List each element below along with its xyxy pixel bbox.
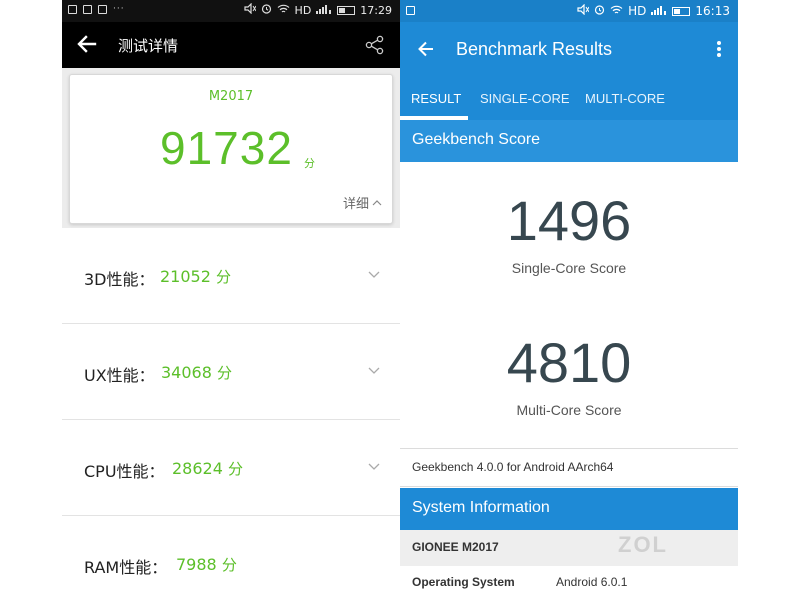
perf-label: UX性能：: [84, 366, 155, 385]
perf-label: CPU性能：: [84, 462, 165, 481]
perf-value: 28624 分: [172, 459, 244, 478]
battery-icon: [672, 6, 691, 16]
status-time: 16:13: [695, 4, 730, 18]
arrow-left-icon[interactable]: [76, 33, 98, 55]
perf-value: 7988 分: [176, 555, 237, 574]
signal-icon: [316, 4, 332, 17]
more-notifications: ···: [113, 4, 125, 14]
chevron-down-icon: [368, 463, 380, 470]
tab-result[interactable]: RESULT: [411, 91, 461, 106]
page-title: Benchmark Results: [456, 39, 613, 59]
share-icon[interactable]: [364, 34, 386, 56]
device-model: M2017: [208, 89, 254, 104]
wifi-icon: [610, 4, 623, 18]
mute-icon: [577, 3, 590, 18]
device-name: GIONEE M2017: [400, 530, 738, 566]
network-type: HD: [294, 3, 312, 17]
perf-label: RAM性能：: [84, 558, 168, 577]
app-icon: [98, 4, 107, 14]
antutu-screen: ··· HD 17:29 测试详情 M2017 91732 分 详细 3D性能：…: [62, 0, 400, 600]
chevron-down-icon: [368, 367, 380, 374]
multi-core-caption: Multi-Core Score: [516, 402, 622, 418]
perf-row-3d[interactable]: 3D性能： 21052 分: [62, 228, 400, 324]
total-score-card: M2017 91732 分 详细: [69, 74, 393, 224]
geekbench-screen: HD 16:13 Benchmark Results RESULT SINGLE…: [400, 0, 738, 600]
detail-label: 详细: [342, 197, 369, 212]
performance-list: 3D性能： 21052 分 UX性能： 34068 分 CPU性能： 28624…: [62, 228, 400, 600]
alarm-icon: [594, 4, 605, 18]
status-time: 17:29: [360, 3, 392, 17]
detail-toggle[interactable]: 详细: [343, 193, 382, 212]
watermark-logo: ZOL: [618, 532, 668, 557]
single-core-score: 1496: [506, 189, 632, 252]
wifi-icon: [277, 4, 290, 17]
arrow-left-icon[interactable]: [416, 39, 436, 59]
chevron-down-icon: [368, 271, 380, 278]
info-row-os: Operating System Android 6.0.1: [400, 566, 738, 600]
geekbench-version: Geekbench 4.0.0 for Android AArch64: [412, 460, 614, 474]
app-header: 测试详情: [62, 22, 400, 68]
divider: [400, 486, 738, 487]
perf-row-ux[interactable]: UX性能： 34068 分: [62, 324, 400, 420]
battery-icon: [337, 5, 356, 15]
divider: [400, 448, 738, 449]
perf-row-ram[interactable]: RAM性能： 7988 分: [62, 516, 400, 600]
signal-icon: [651, 4, 667, 18]
page-title: 测试详情: [118, 37, 179, 55]
mute-icon: [243, 2, 256, 17]
status-bar: HD 16:13: [400, 0, 738, 22]
perf-value: 21052 分: [160, 267, 232, 286]
total-score: 91732: [160, 122, 293, 174]
perf-label: 3D性能：: [84, 270, 155, 289]
app-bar: Benchmark Results: [400, 22, 738, 78]
tab-single-core[interactable]: SINGLE-CORE: [480, 91, 570, 106]
score-unit: 分: [304, 157, 315, 170]
geekbench-score-header: Geekbench Score: [400, 120, 738, 162]
system-info-header: System Information: [400, 488, 738, 530]
alarm-icon: [261, 3, 272, 17]
tab-multi-core[interactable]: MULTI-CORE: [585, 91, 665, 106]
perf-row-cpu[interactable]: CPU性能： 28624 分: [62, 420, 400, 516]
app-icon: [406, 6, 415, 15]
info-value: Android 6.0.1: [556, 575, 628, 589]
more-vert-icon[interactable]: [716, 40, 722, 58]
network-type: HD: [628, 4, 647, 18]
perf-value: 34068 分: [161, 363, 233, 382]
status-bar: ··· HD 17:29: [62, 0, 400, 22]
chevron-up-icon: [372, 199, 382, 205]
info-key: Operating System: [412, 575, 515, 589]
tab-bar: RESULT SINGLE-CORE MULTI-CORE: [400, 78, 738, 120]
message-icon: [83, 4, 92, 14]
single-core-caption: Single-Core Score: [511, 260, 627, 276]
notification-icon: [68, 4, 77, 14]
multi-core-score: 4810: [506, 331, 632, 394]
